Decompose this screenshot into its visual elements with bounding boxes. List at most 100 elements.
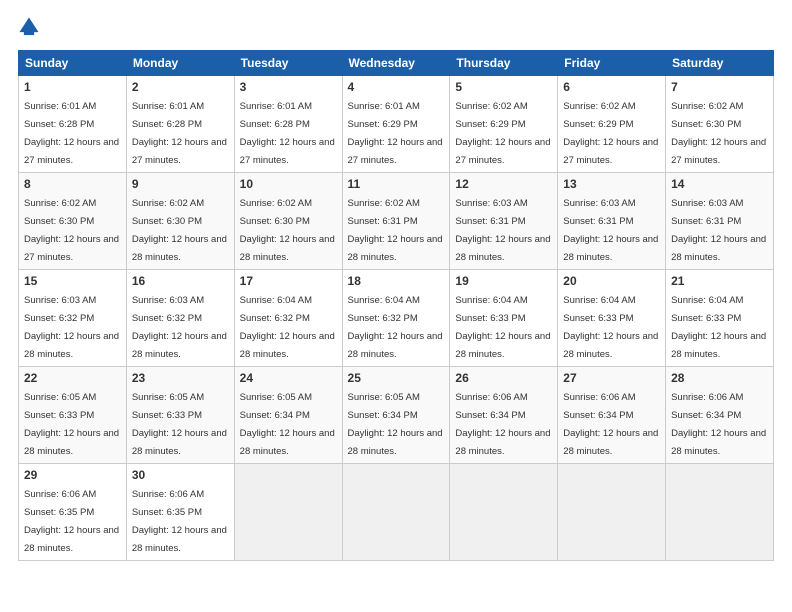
table-row: 26 Sunrise: 6:06 AMSunset: 6:34 PMDaylig… — [450, 367, 558, 464]
day-number: 9 — [132, 177, 229, 191]
col-sunday: Sunday — [19, 51, 127, 76]
table-row: 17 Sunrise: 6:04 AMSunset: 6:32 PMDaylig… — [234, 270, 342, 367]
table-row: 21 Sunrise: 6:04 AMSunset: 6:33 PMDaylig… — [666, 270, 774, 367]
table-row: 16 Sunrise: 6:03 AMSunset: 6:32 PMDaylig… — [126, 270, 234, 367]
day-number: 10 — [240, 177, 337, 191]
day-info: Sunrise: 6:04 AMSunset: 6:32 PMDaylight:… — [348, 295, 443, 360]
day-info: Sunrise: 6:01 AMSunset: 6:29 PMDaylight:… — [348, 101, 443, 166]
table-row — [666, 464, 774, 561]
table-row: 22 Sunrise: 6:05 AMSunset: 6:33 PMDaylig… — [19, 367, 127, 464]
day-number: 20 — [563, 274, 660, 288]
table-row: 9 Sunrise: 6:02 AMSunset: 6:30 PMDayligh… — [126, 173, 234, 270]
table-row: 8 Sunrise: 6:02 AMSunset: 6:30 PMDayligh… — [19, 173, 127, 270]
day-info: Sunrise: 6:02 AMSunset: 6:29 PMDaylight:… — [455, 101, 550, 166]
day-info: Sunrise: 6:03 AMSunset: 6:31 PMDaylight:… — [671, 198, 766, 263]
table-row — [234, 464, 342, 561]
day-number: 12 — [455, 177, 552, 191]
generalblue-logo-icon — [18, 16, 40, 38]
day-info: Sunrise: 6:02 AMSunset: 6:30 PMDaylight:… — [132, 198, 227, 263]
day-number: 22 — [24, 371, 121, 385]
col-tuesday: Tuesday — [234, 51, 342, 76]
table-row: 7 Sunrise: 6:02 AMSunset: 6:30 PMDayligh… — [666, 76, 774, 173]
day-info: Sunrise: 6:01 AMSunset: 6:28 PMDaylight:… — [24, 101, 119, 166]
day-info: Sunrise: 6:01 AMSunset: 6:28 PMDaylight:… — [240, 101, 335, 166]
table-row: 13 Sunrise: 6:03 AMSunset: 6:31 PMDaylig… — [558, 173, 666, 270]
table-row — [450, 464, 558, 561]
day-number: 26 — [455, 371, 552, 385]
day-number: 15 — [24, 274, 121, 288]
calendar-header-row: Sunday Monday Tuesday Wednesday Thursday… — [19, 51, 774, 76]
day-info: Sunrise: 6:03 AMSunset: 6:31 PMDaylight:… — [455, 198, 550, 263]
day-info: Sunrise: 6:06 AMSunset: 6:35 PMDaylight:… — [24, 489, 119, 554]
col-wednesday: Wednesday — [342, 51, 450, 76]
day-number: 2 — [132, 80, 229, 94]
day-info: Sunrise: 6:06 AMSunset: 6:34 PMDaylight:… — [455, 392, 550, 457]
col-monday: Monday — [126, 51, 234, 76]
table-row — [558, 464, 666, 561]
table-row: 14 Sunrise: 6:03 AMSunset: 6:31 PMDaylig… — [666, 173, 774, 270]
table-row: 30 Sunrise: 6:06 AMSunset: 6:35 PMDaylig… — [126, 464, 234, 561]
day-number: 1 — [24, 80, 121, 94]
day-number: 7 — [671, 80, 768, 94]
table-row: 27 Sunrise: 6:06 AMSunset: 6:34 PMDaylig… — [558, 367, 666, 464]
col-saturday: Saturday — [666, 51, 774, 76]
table-row: 1 Sunrise: 6:01 AMSunset: 6:28 PMDayligh… — [19, 76, 127, 173]
day-number: 24 — [240, 371, 337, 385]
table-row: 15 Sunrise: 6:03 AMSunset: 6:32 PMDaylig… — [19, 270, 127, 367]
day-info: Sunrise: 6:06 AMSunset: 6:35 PMDaylight:… — [132, 489, 227, 554]
page: Sunday Monday Tuesday Wednesday Thursday… — [0, 0, 792, 612]
day-info: Sunrise: 6:02 AMSunset: 6:31 PMDaylight:… — [348, 198, 443, 263]
day-number: 28 — [671, 371, 768, 385]
day-info: Sunrise: 6:06 AMSunset: 6:34 PMDaylight:… — [563, 392, 658, 457]
day-info: Sunrise: 6:05 AMSunset: 6:33 PMDaylight:… — [24, 392, 119, 457]
day-number: 11 — [348, 177, 445, 191]
day-info: Sunrise: 6:04 AMSunset: 6:32 PMDaylight:… — [240, 295, 335, 360]
table-row: 6 Sunrise: 6:02 AMSunset: 6:29 PMDayligh… — [558, 76, 666, 173]
day-number: 29 — [24, 468, 121, 482]
day-number: 19 — [455, 274, 552, 288]
day-number: 25 — [348, 371, 445, 385]
col-thursday: Thursday — [450, 51, 558, 76]
table-row: 25 Sunrise: 6:05 AMSunset: 6:34 PMDaylig… — [342, 367, 450, 464]
day-info: Sunrise: 6:06 AMSunset: 6:34 PMDaylight:… — [671, 392, 766, 457]
day-info: Sunrise: 6:02 AMSunset: 6:30 PMDaylight:… — [24, 198, 119, 263]
day-number: 6 — [563, 80, 660, 94]
day-info: Sunrise: 6:02 AMSunset: 6:30 PMDaylight:… — [240, 198, 335, 263]
table-row: 3 Sunrise: 6:01 AMSunset: 6:28 PMDayligh… — [234, 76, 342, 173]
day-info: Sunrise: 6:02 AMSunset: 6:29 PMDaylight:… — [563, 101, 658, 166]
day-number: 13 — [563, 177, 660, 191]
day-number: 14 — [671, 177, 768, 191]
day-number: 8 — [24, 177, 121, 191]
table-row: 11 Sunrise: 6:02 AMSunset: 6:31 PMDaylig… — [342, 173, 450, 270]
day-number: 23 — [132, 371, 229, 385]
table-row: 19 Sunrise: 6:04 AMSunset: 6:33 PMDaylig… — [450, 270, 558, 367]
col-friday: Friday — [558, 51, 666, 76]
table-row: 28 Sunrise: 6:06 AMSunset: 6:34 PMDaylig… — [666, 367, 774, 464]
day-number: 21 — [671, 274, 768, 288]
day-number: 4 — [348, 80, 445, 94]
table-row: 24 Sunrise: 6:05 AMSunset: 6:34 PMDaylig… — [234, 367, 342, 464]
day-info: Sunrise: 6:03 AMSunset: 6:31 PMDaylight:… — [563, 198, 658, 263]
day-number: 3 — [240, 80, 337, 94]
day-info: Sunrise: 6:03 AMSunset: 6:32 PMDaylight:… — [24, 295, 119, 360]
table-row: 12 Sunrise: 6:03 AMSunset: 6:31 PMDaylig… — [450, 173, 558, 270]
day-info: Sunrise: 6:05 AMSunset: 6:33 PMDaylight:… — [132, 392, 227, 457]
day-info: Sunrise: 6:04 AMSunset: 6:33 PMDaylight:… — [563, 295, 658, 360]
day-number: 5 — [455, 80, 552, 94]
table-row: 5 Sunrise: 6:02 AMSunset: 6:29 PMDayligh… — [450, 76, 558, 173]
day-info: Sunrise: 6:02 AMSunset: 6:30 PMDaylight:… — [671, 101, 766, 166]
day-number: 18 — [348, 274, 445, 288]
calendar-table: Sunday Monday Tuesday Wednesday Thursday… — [18, 50, 774, 561]
logo — [18, 16, 44, 38]
day-info: Sunrise: 6:01 AMSunset: 6:28 PMDaylight:… — [132, 101, 227, 166]
day-number: 27 — [563, 371, 660, 385]
header — [18, 16, 774, 38]
day-info: Sunrise: 6:04 AMSunset: 6:33 PMDaylight:… — [671, 295, 766, 360]
day-info: Sunrise: 6:04 AMSunset: 6:33 PMDaylight:… — [455, 295, 550, 360]
table-row: 23 Sunrise: 6:05 AMSunset: 6:33 PMDaylig… — [126, 367, 234, 464]
day-info: Sunrise: 6:05 AMSunset: 6:34 PMDaylight:… — [240, 392, 335, 457]
table-row: 20 Sunrise: 6:04 AMSunset: 6:33 PMDaylig… — [558, 270, 666, 367]
day-info: Sunrise: 6:05 AMSunset: 6:34 PMDaylight:… — [348, 392, 443, 457]
table-row: 4 Sunrise: 6:01 AMSunset: 6:29 PMDayligh… — [342, 76, 450, 173]
day-info: Sunrise: 6:03 AMSunset: 6:32 PMDaylight:… — [132, 295, 227, 360]
